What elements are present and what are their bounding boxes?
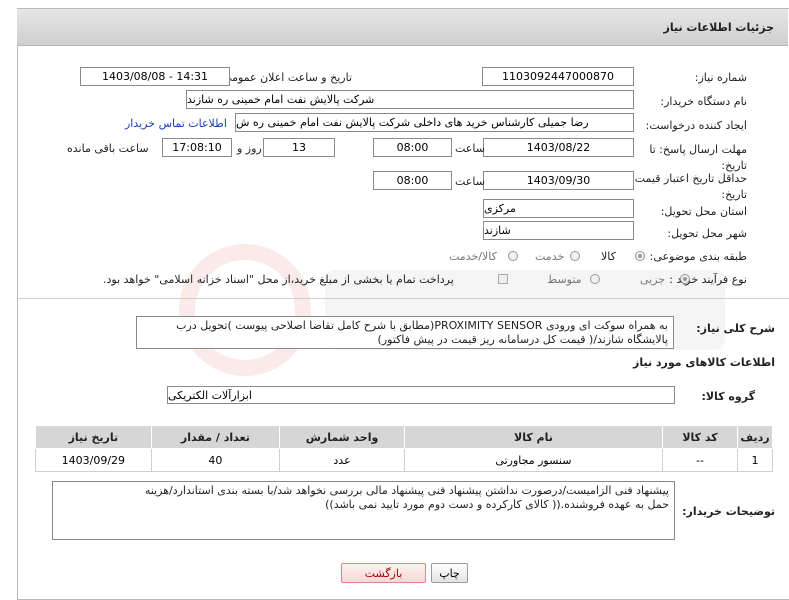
col-qty: تعداد / مقدار bbox=[150, 425, 281, 449]
cell-unit: عدد bbox=[279, 448, 405, 472]
category-option-both: کالا/خدمت bbox=[449, 250, 497, 263]
cell-row: 1 bbox=[737, 448, 773, 472]
goods-section-title: اطلاعات کالاهای مورد نیاز bbox=[633, 356, 775, 369]
buyer-contact-link[interactable]: اطلاعات تماس خریدار bbox=[125, 117, 227, 130]
cell-code: -- bbox=[661, 448, 739, 472]
reply-deadline-date: 1403/08/22 bbox=[483, 138, 634, 157]
reply-deadline-label: مهلت ارسال پاسخ: تا تاریخ: bbox=[649, 143, 747, 172]
requester-label: ایجاد کننده درخواست: bbox=[645, 119, 747, 132]
province-label: استان محل تحویل: bbox=[660, 205, 747, 218]
buyer-org-label: نام دستگاه خریدار: bbox=[660, 95, 747, 108]
col-row: ردیف bbox=[737, 425, 773, 449]
category-option-service: خدمت bbox=[535, 250, 565, 263]
requester-field: رضا جمیلی کارشناس خرید های داخلی شرکت پا… bbox=[235, 113, 634, 132]
buyer-notes-label: توضیحات خریدار: bbox=[682, 505, 775, 518]
buyer-notes-line-2: حمل به عهده فروشنده.(( کالای کارکرده و د… bbox=[325, 498, 669, 511]
back-button[interactable]: بازگشت bbox=[341, 563, 426, 583]
col-code: کد کالا bbox=[661, 425, 739, 449]
description-line-2: پالایشگاه شازند/( قیمت کل درسامانه ریز ق… bbox=[377, 333, 668, 346]
remaining-time-label: ساعت باقی مانده bbox=[67, 142, 149, 155]
description-label: شرح کلی نیاز: bbox=[696, 322, 775, 335]
buyer-notes-line-1: پیشنهاد فنی الزامیست/درصورت نداشتن پیشنه… bbox=[144, 484, 669, 497]
table-row: 1 -- سنسور مجاورتی عدد 40 1403/09/29 bbox=[35, 448, 773, 472]
goods-group-label: گروه کالا: bbox=[701, 390, 755, 403]
reply-days-field: 13 bbox=[263, 138, 335, 157]
description-textarea: به همراه سوکت ای ورودی PROXIMITY SENSOR(… bbox=[136, 316, 674, 349]
page-title: جزئیات اطلاعات نیاز bbox=[663, 21, 775, 34]
goods-group-field: ابزارآلات الکتریکی bbox=[167, 386, 675, 404]
process-option-partial: جزیی bbox=[640, 273, 666, 286]
panel-header: جزئیات اطلاعات نیاز bbox=[17, 9, 788, 46]
price-validity-time: 08:00 bbox=[373, 171, 452, 190]
treasury-payment-checkbox[interactable] bbox=[498, 274, 508, 284]
col-name: نام کالا bbox=[403, 425, 663, 449]
price-validity-label: حداقل تاریخ اعتبار قیمت: تا تاریخ: bbox=[621, 172, 747, 201]
category-radio-service[interactable] bbox=[570, 251, 580, 261]
reply-time-label: ساعت bbox=[455, 142, 485, 155]
announce-date-label: تاریخ و ساعت اعلان عمومی: bbox=[219, 71, 352, 84]
city-label: شهر محل تحویل: bbox=[667, 227, 747, 240]
category-option-goods: کالا bbox=[601, 250, 616, 263]
remaining-time-field: 17:08:10 bbox=[162, 138, 232, 157]
goods-table: ردیف کد کالا نام کالا واحد شمارش تعداد /… bbox=[35, 425, 773, 472]
process-radio-partial[interactable] bbox=[680, 274, 690, 284]
cell-qty: 40 bbox=[150, 448, 281, 472]
need-number-field: 1103092447000870 bbox=[482, 67, 634, 86]
need-number-label: شماره نیاز: bbox=[694, 71, 747, 84]
col-unit: واحد شمارش bbox=[279, 425, 405, 449]
buyer-org-field: شرکت پالایش نفت امام خمینی ره شازند bbox=[186, 90, 634, 109]
goods-table-header: ردیف کد کالا نام کالا واحد شمارش تعداد /… bbox=[35, 425, 773, 449]
cell-name: سنسور مجاورتی bbox=[403, 448, 663, 472]
divider bbox=[17, 298, 789, 299]
price-validity-time-label: ساعت bbox=[455, 175, 485, 188]
print-button[interactable]: چاپ bbox=[431, 563, 468, 583]
category-radio-goods[interactable] bbox=[635, 251, 645, 261]
announce-date-field: 1403/08/08 - 14:31 bbox=[80, 67, 230, 86]
cell-date: 1403/09/29 bbox=[35, 448, 152, 472]
category-label: طبقه بندی موضوعی: bbox=[649, 250, 747, 263]
process-radio-medium[interactable] bbox=[590, 274, 600, 284]
city-field: شازند bbox=[483, 221, 634, 240]
treasury-payment-note: پرداخت تمام یا بخشی از مبلغ خرید،از محل … bbox=[103, 273, 454, 286]
province-field: مرکزی bbox=[483, 199, 634, 218]
price-validity-date: 1403/09/30 bbox=[483, 171, 634, 190]
reply-deadline-time: 08:00 bbox=[373, 138, 452, 157]
description-line-1: به همراه سوکت ای ورودی PROXIMITY SENSOR(… bbox=[176, 319, 668, 332]
reply-days-label: روز و bbox=[237, 142, 262, 155]
buyer-notes-textarea: پیشنهاد فنی الزامیست/درصورت نداشتن پیشنه… bbox=[52, 481, 675, 540]
process-option-medium: متوسط bbox=[547, 273, 582, 286]
col-date: تاریخ نیاز bbox=[35, 425, 152, 449]
category-radio-both[interactable] bbox=[508, 251, 518, 261]
